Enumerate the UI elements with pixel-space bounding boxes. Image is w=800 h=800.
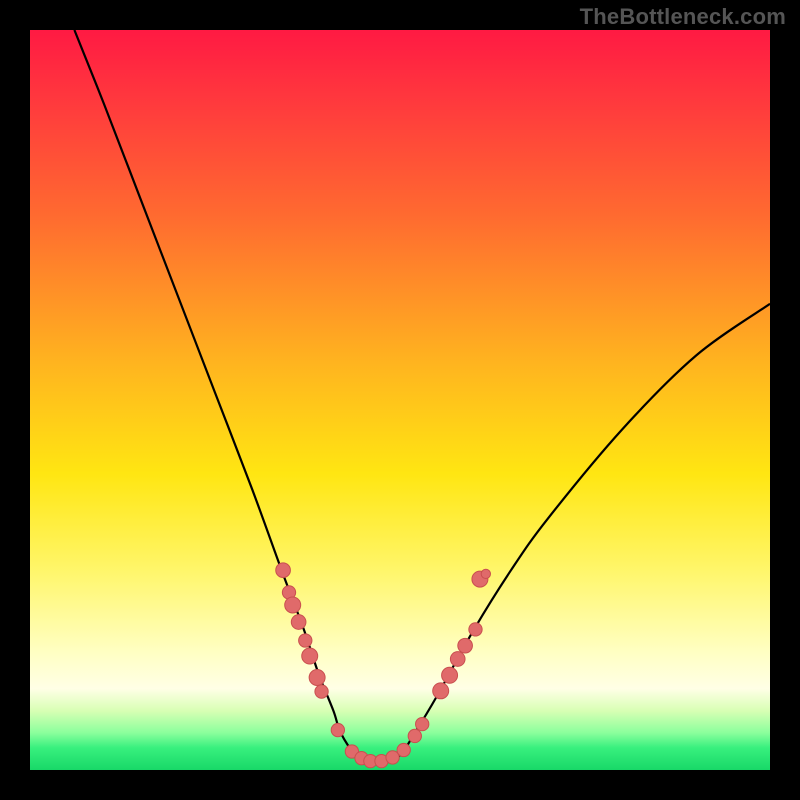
data-marker xyxy=(408,729,421,742)
data-marker xyxy=(442,667,458,683)
data-marker xyxy=(416,717,429,730)
data-marker xyxy=(481,569,490,578)
plot-area xyxy=(30,30,770,770)
data-marker xyxy=(285,597,301,613)
bottleneck-curve xyxy=(74,30,770,764)
data-marker xyxy=(302,648,318,664)
data-marker xyxy=(299,634,312,647)
chart-container: TheBottleneck.com xyxy=(0,0,800,800)
data-marker xyxy=(309,670,325,686)
data-marker xyxy=(469,623,482,636)
data-marker xyxy=(397,743,410,756)
data-marker xyxy=(458,638,473,653)
data-marker xyxy=(433,683,449,699)
data-marker xyxy=(331,723,344,736)
data-marker xyxy=(315,685,328,698)
marker-group xyxy=(276,563,491,768)
data-marker xyxy=(450,652,465,667)
data-marker xyxy=(276,563,291,578)
data-marker xyxy=(291,615,306,630)
chart-svg xyxy=(30,30,770,770)
brand-watermark: TheBottleneck.com xyxy=(580,4,786,30)
